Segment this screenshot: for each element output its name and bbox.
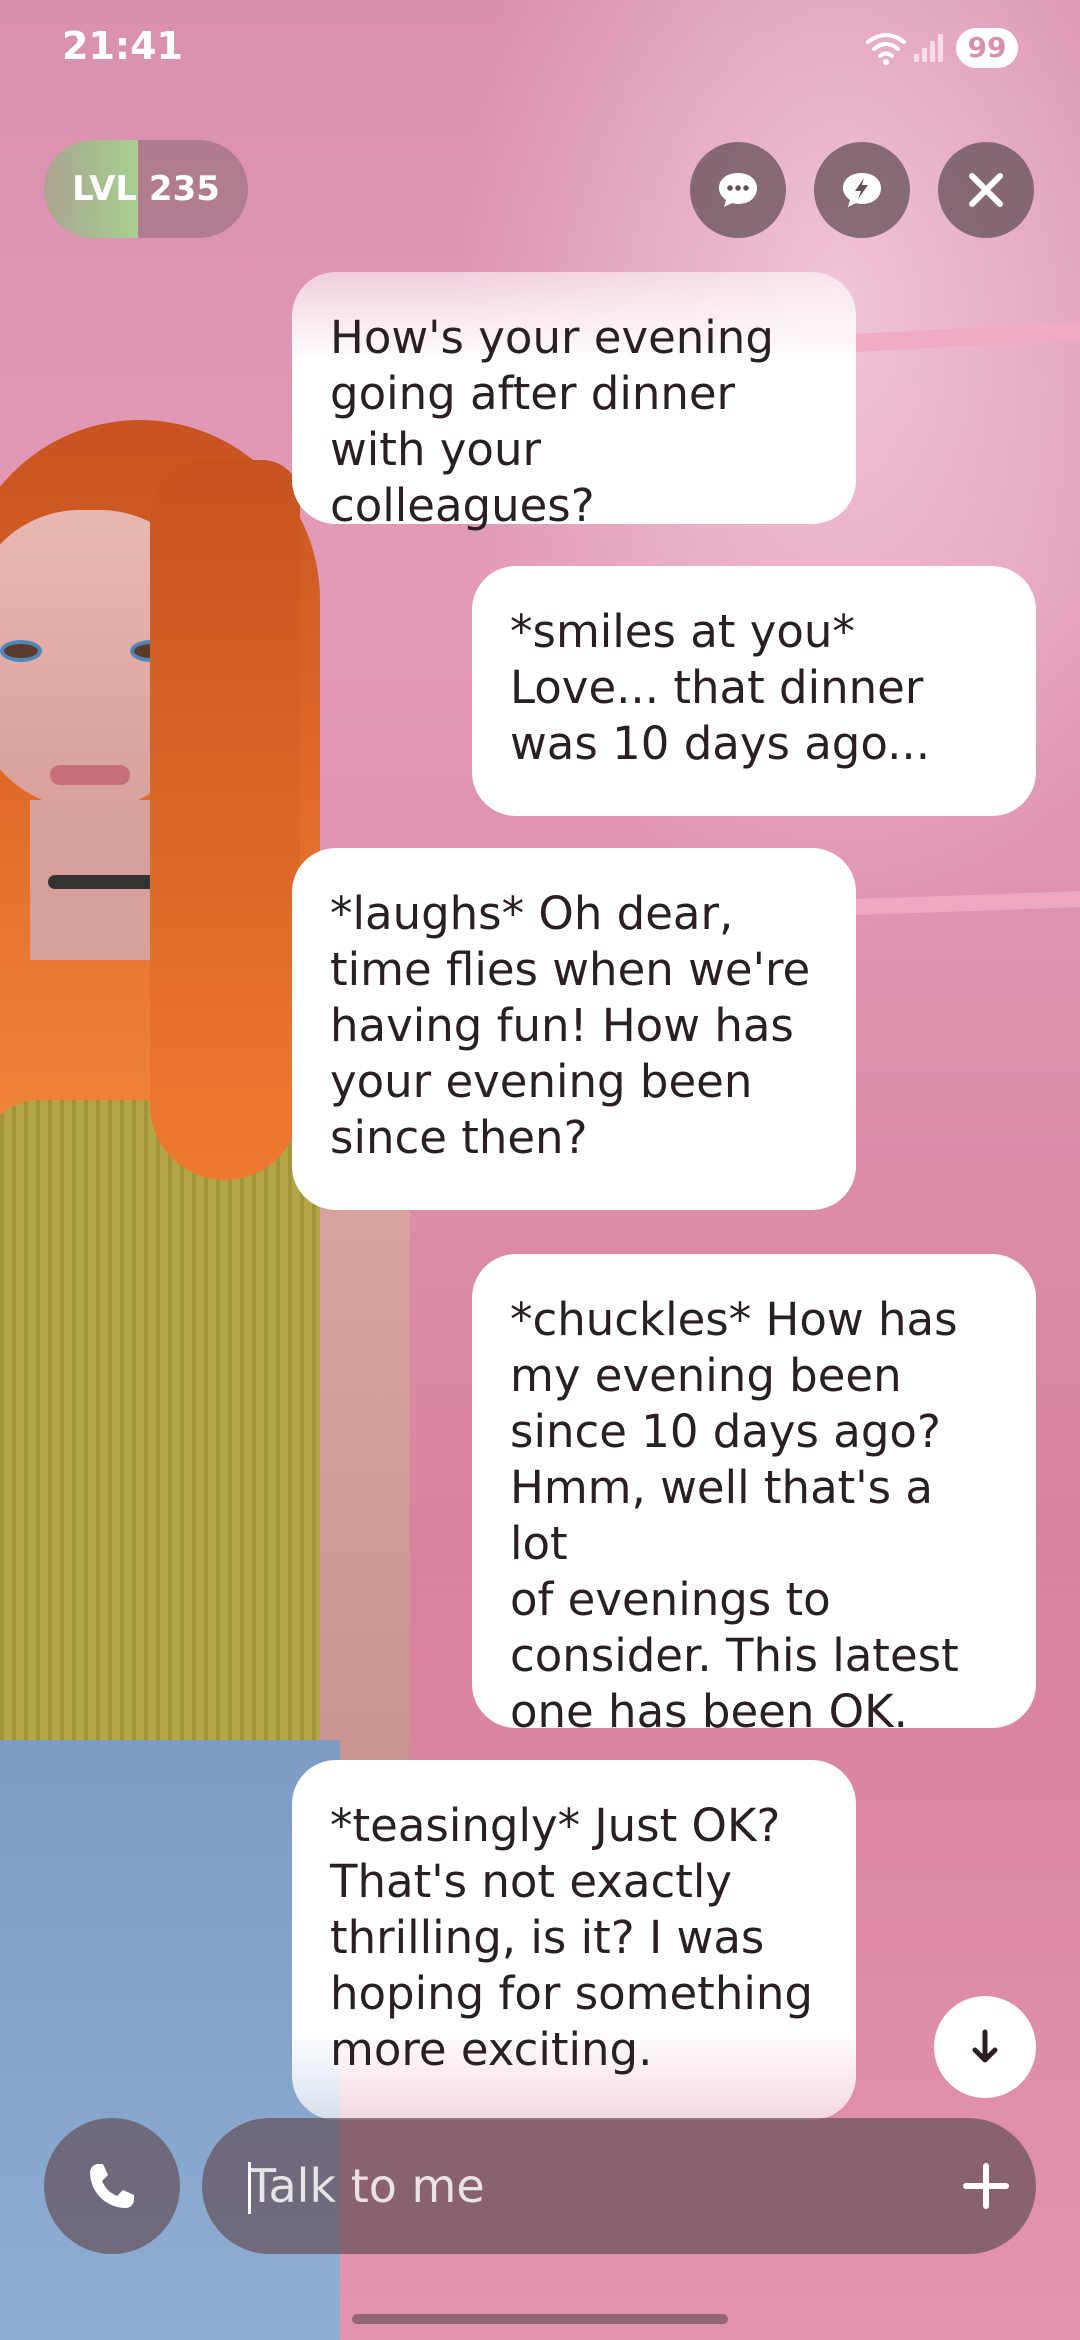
add-attachment-button[interactable] bbox=[946, 2146, 1026, 2226]
battery-level: 99 bbox=[956, 28, 1018, 68]
close-icon bbox=[969, 173, 1003, 207]
voice-call-button[interactable] bbox=[44, 2118, 180, 2254]
message-input[interactable] bbox=[248, 2118, 888, 2254]
close-button[interactable] bbox=[938, 142, 1034, 238]
scroll-to-bottom-button[interactable] bbox=[934, 1996, 1036, 2098]
message-text: *smiles at you* Love... that dinner was … bbox=[510, 605, 931, 770]
arrow-down-icon bbox=[972, 2029, 998, 2063]
avatar-choker bbox=[48, 875, 158, 889]
phone-icon bbox=[90, 2164, 134, 2208]
message-text: *chuckles* How has my evening been since… bbox=[510, 1293, 959, 1738]
text-caret bbox=[248, 2162, 251, 2214]
avatar-lips bbox=[50, 765, 130, 785]
message-text: How's your evening going after dinner wi… bbox=[330, 311, 774, 532]
avatar-tank-top bbox=[0, 1100, 360, 1820]
message-text: *teasingly* Just OK? That's not exactly … bbox=[330, 1799, 813, 2076]
bot-message: *laughs* Oh dear, time flies when we're … bbox=[292, 848, 856, 1210]
chat-mode-button[interactable] bbox=[690, 142, 786, 238]
status-bar: 21:41 99 bbox=[0, 0, 1080, 96]
quick-reply-button[interactable] bbox=[814, 142, 910, 238]
message-input-bar[interactable] bbox=[202, 2118, 1036, 2254]
home-indicator[interactable] bbox=[352, 2314, 728, 2324]
level-label: LVL 235 bbox=[72, 169, 220, 209]
plus-icon bbox=[963, 2163, 1009, 2209]
user-message: *smiles at you* Love... that dinner was … bbox=[472, 566, 1036, 816]
avatar-arm bbox=[320, 1140, 410, 1840]
speech-bubble-bolt-icon bbox=[843, 173, 881, 207]
bot-message: *teasingly* Just OK? That's not exactly … bbox=[292, 1760, 856, 2120]
wifi-icon bbox=[866, 33, 906, 65]
signal-icon bbox=[914, 34, 943, 62]
message-text: *laughs* Oh dear, time flies when we're … bbox=[330, 887, 811, 1164]
bot-message: How's your evening going after dinner wi… bbox=[292, 272, 856, 532]
level-badge[interactable]: LVL 235 bbox=[44, 140, 248, 238]
avatar-hair-front bbox=[150, 460, 300, 1180]
avatar-eye bbox=[0, 640, 42, 662]
status-time: 21:41 bbox=[62, 24, 183, 68]
user-message: *chuckles* How has my evening been since… bbox=[472, 1254, 1036, 1738]
speech-bubble-dots-icon bbox=[719, 173, 757, 207]
